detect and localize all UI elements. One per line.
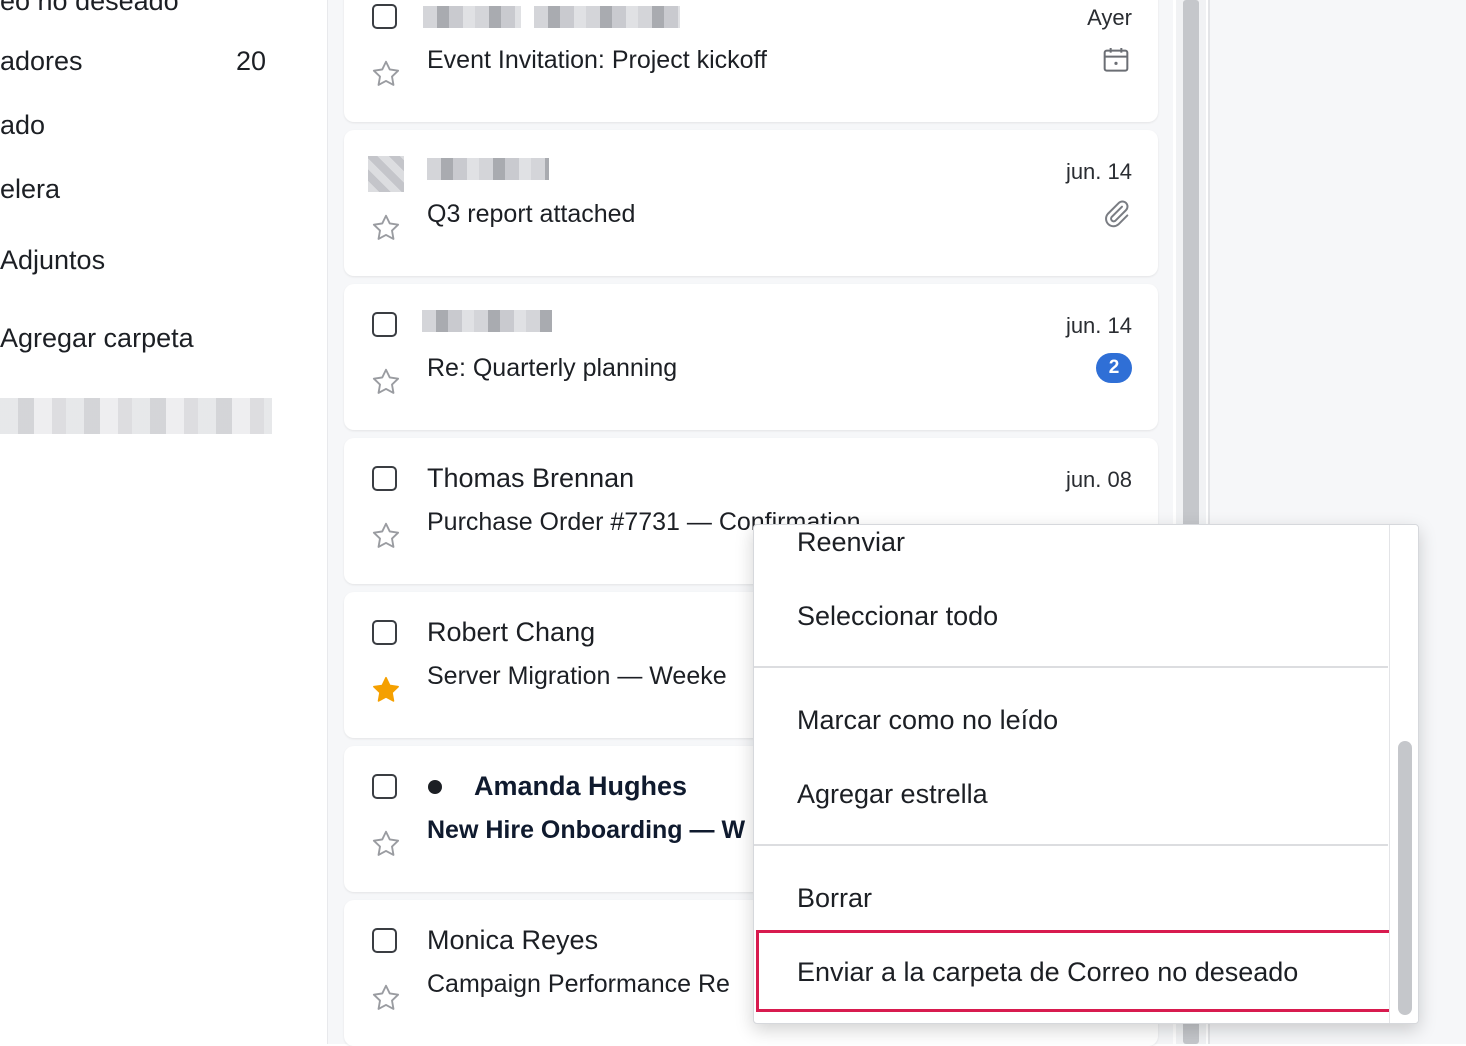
message-subject: New Hire Onboarding — W bbox=[427, 816, 746, 844]
menu-item-move-to-junk[interactable]: Enviar a la carpeta de Correo no deseado bbox=[797, 957, 1298, 988]
message-sender: Thomas Brennan bbox=[427, 463, 635, 493]
message-row[interactable]: Re: Quarterly planning jun. 14 2 bbox=[344, 284, 1158, 430]
menu-item-forward[interactable]: Reenviar bbox=[797, 527, 905, 558]
menu-separator bbox=[754, 844, 1388, 846]
account-email-redacted bbox=[0, 398, 272, 434]
message-subject: Re: Quarterly planning bbox=[427, 354, 678, 382]
menu-item-add-star[interactable]: Agregar estrella bbox=[797, 779, 988, 810]
message-checkbox[interactable] bbox=[372, 774, 397, 799]
sender-redacted bbox=[427, 158, 549, 180]
message-row[interactable]: Q3 report attached jun. 14 bbox=[344, 130, 1158, 276]
message-checkbox[interactable] bbox=[372, 466, 397, 491]
sidebar-item-junk[interactable]: eo no deseado bbox=[0, 0, 179, 17]
menu-item-delete[interactable]: Borrar bbox=[797, 883, 872, 914]
message-checkbox[interactable] bbox=[372, 928, 397, 953]
sidebar-item-archived[interactable]: ado bbox=[0, 110, 45, 141]
message-date: jun. 14 bbox=[1065, 313, 1132, 338]
message-checkbox[interactable] bbox=[372, 4, 397, 29]
message-subject: Server Migration — Weeke bbox=[427, 662, 727, 690]
sender-redacted bbox=[423, 6, 521, 28]
message-checkbox[interactable] bbox=[372, 312, 397, 337]
menu-item-mark-unread[interactable]: Marcar como no leído bbox=[797, 705, 1058, 736]
message-checkbox[interactable] bbox=[372, 620, 397, 645]
sidebar-item-drafts[interactable]: adores bbox=[0, 46, 83, 77]
menu-item-select-all[interactable]: Seleccionar todo bbox=[797, 601, 998, 632]
message-subject: Campaign Performance Re bbox=[427, 970, 730, 998]
folder-sidebar: eo no deseado adores 20 ado elera Adjunt… bbox=[0, 0, 329, 1044]
sidebar-item-attachments[interactable]: Adjuntos bbox=[0, 245, 105, 276]
star-icon[interactable] bbox=[370, 58, 402, 90]
message-subject: Event Invitation: Project kickoff bbox=[427, 46, 767, 74]
sender-redacted bbox=[422, 310, 552, 332]
message-date: Ayer bbox=[1087, 5, 1132, 30]
unread-dot-icon bbox=[428, 780, 442, 794]
message-date: jun. 14 bbox=[1065, 159, 1132, 184]
sidebar-item-trash[interactable]: elera bbox=[0, 174, 60, 205]
message-sender: Robert Chang bbox=[427, 617, 596, 647]
sidebar-item-drafts-count: 20 bbox=[236, 46, 267, 76]
star-icon[interactable] bbox=[370, 982, 402, 1014]
star-icon[interactable] bbox=[370, 366, 402, 398]
star-icon[interactable] bbox=[370, 212, 402, 244]
message-sender: Amanda Hughes bbox=[474, 771, 688, 801]
avatar bbox=[368, 156, 404, 192]
context-menu: Reenviar Seleccionar todo Marcar como no… bbox=[753, 524, 1419, 1024]
sender-redacted bbox=[534, 6, 680, 28]
star-icon[interactable] bbox=[370, 520, 402, 552]
message-subject: Q3 report attached bbox=[427, 200, 636, 228]
menu-scrollbar-thumb[interactable] bbox=[1398, 741, 1412, 1015]
message-row[interactable]: Event Invitation: Project kickoff Ayer bbox=[344, 0, 1158, 122]
calendar-icon bbox=[1103, 48, 1129, 72]
star-filled-icon[interactable] bbox=[370, 674, 402, 706]
message-sender: Monica Reyes bbox=[427, 925, 599, 955]
add-folder-button[interactable]: Agregar carpeta bbox=[0, 323, 194, 354]
menu-separator bbox=[754, 666, 1388, 668]
thread-count-badge: 2 bbox=[1096, 353, 1132, 383]
message-date: jun. 08 bbox=[1065, 467, 1132, 492]
paperclip-icon bbox=[1105, 200, 1129, 228]
star-icon[interactable] bbox=[370, 828, 402, 860]
